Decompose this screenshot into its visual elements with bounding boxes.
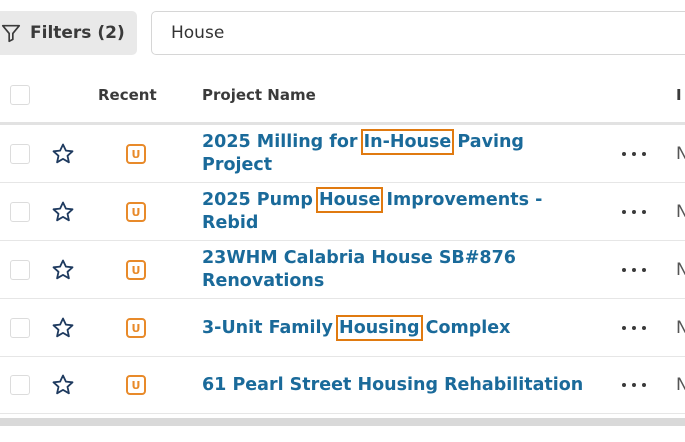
table-row[interactable]: U 2025 Milling for In-House Paving Projec… (0, 126, 685, 183)
unread-badge-icon: U (126, 260, 146, 280)
project-name-text: 2025 Milling for (202, 132, 364, 152)
star-icon[interactable] (51, 316, 75, 340)
row-checkbox[interactable] (10, 375, 30, 395)
project-name-link[interactable]: 2025 Milling for In-House Paving Project (202, 129, 592, 177)
star-icon[interactable] (51, 258, 75, 282)
filter-icon (1, 24, 21, 43)
star-icon[interactable] (51, 142, 75, 166)
project-name-text: 2025 Pump (202, 190, 319, 210)
project-name-text: Complex (419, 318, 511, 338)
search-input[interactable] (171, 23, 571, 43)
more-actions-icon[interactable] (622, 381, 646, 389)
row-checkbox[interactable] (10, 202, 30, 222)
unread-badge-icon: U (126, 318, 146, 338)
filters-label: Filters (2) (30, 23, 125, 43)
search-match-highlight: House (315, 187, 384, 213)
row-checkbox[interactable] (10, 144, 30, 164)
unread-badge-icon: U (126, 202, 146, 222)
project-name-link[interactable]: 2025 Pump House Improvements - Rebid (202, 187, 592, 235)
project-name-text: 23WHM Calabria House SB#876 Renovations (202, 248, 516, 291)
search-match-highlight: Housing (336, 315, 423, 341)
row-checkbox[interactable] (10, 260, 30, 280)
header-divider (0, 122, 685, 125)
search-box[interactable] (151, 11, 685, 55)
project-name-text: 3-Unit Family (202, 318, 340, 338)
project-name-text: 61 Pearl Street Housing Rehabilitation (202, 375, 584, 395)
more-actions-icon[interactable] (622, 208, 646, 216)
project-name-link[interactable]: 3-Unit Family Housing Complex (202, 315, 592, 341)
select-all-checkbox[interactable] (10, 85, 30, 105)
truncated-cell: N (676, 375, 685, 395)
truncated-cell: N (676, 144, 685, 164)
table-row[interactable]: U 3-Unit Family Housing Complex N (0, 300, 685, 357)
star-icon[interactable] (51, 200, 75, 224)
row-checkbox[interactable] (10, 318, 30, 338)
project-name-link[interactable]: 23WHM Calabria House SB#876 Renovations (202, 247, 592, 293)
header-recent[interactable]: Recent (98, 86, 157, 104)
more-actions-icon[interactable] (622, 266, 646, 274)
table-row[interactable]: U 23WHM Calabria House SB#876 Renovations… (0, 242, 685, 299)
truncated-cell: N (676, 202, 685, 222)
unread-badge-icon: U (126, 144, 146, 164)
unread-badge-icon: U (126, 375, 146, 395)
filters-button[interactable]: Filters (2) (0, 11, 137, 55)
table-row[interactable]: U 61 Pearl Street Housing Rehabilitation N (0, 357, 685, 414)
table-row[interactable]: U 2025 Pump House Improvements - Rebid N (0, 184, 685, 241)
horizontal-scrollbar[interactable] (0, 418, 685, 426)
table-header: Recent Project Name I (0, 70, 685, 122)
star-icon[interactable] (51, 373, 75, 397)
search-match-highlight: In-House (360, 129, 455, 155)
more-actions-icon[interactable] (622, 324, 646, 332)
toolbar: Filters (2) (0, 0, 685, 68)
truncated-cell: N (676, 318, 685, 338)
truncated-cell: N (676, 260, 685, 280)
more-actions-icon[interactable] (622, 150, 646, 158)
header-project-name[interactable]: Project Name (202, 86, 316, 104)
project-name-link[interactable]: 61 Pearl Street Housing Rehabilitation (202, 374, 592, 397)
header-next-column[interactable]: I (676, 86, 682, 104)
